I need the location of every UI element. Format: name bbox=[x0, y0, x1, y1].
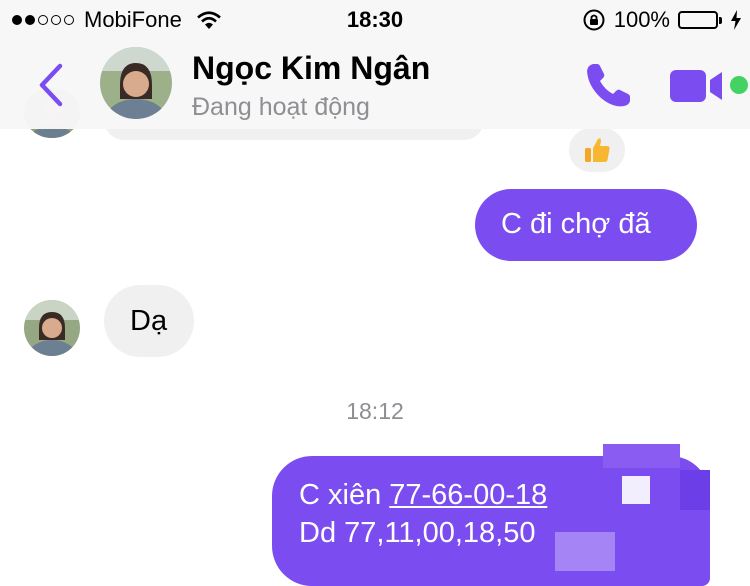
redaction-block bbox=[603, 444, 680, 468]
contact-name[interactable]: Ngọc Kim Ngân bbox=[192, 50, 430, 87]
message-bubble-outgoing[interactable]: C đi chợ đã bbox=[475, 189, 697, 261]
message-timestamp: 18:12 bbox=[346, 398, 404, 424]
contact-avatar[interactable] bbox=[24, 300, 80, 356]
message-bubble-incoming[interactable]: Dạ bbox=[104, 285, 194, 357]
message-text: C xiên bbox=[299, 479, 390, 511]
avatar[interactable] bbox=[100, 47, 172, 119]
thumbs-up-icon bbox=[585, 138, 610, 162]
redaction-block bbox=[622, 476, 650, 504]
message-text: C đi chợ đã bbox=[501, 208, 651, 240]
message-text: Dd 77,11,00,18,50 bbox=[299, 517, 536, 549]
redaction-block bbox=[555, 532, 615, 571]
rotation-lock-icon bbox=[583, 9, 605, 31]
status-bar: MobiFone 18:30 100% bbox=[0, 0, 750, 40]
online-status-dot bbox=[730, 76, 748, 94]
phone-number-link[interactable]: 77-66-00-18 bbox=[389, 479, 547, 511]
phone-icon[interactable] bbox=[583, 60, 635, 110]
battery-icon bbox=[678, 11, 722, 29]
redaction-block bbox=[680, 470, 710, 510]
active-status: Đang hoạt động bbox=[192, 93, 370, 121]
conversation-header: Ngọc Kim Ngân Đang hoạt động bbox=[0, 40, 750, 129]
charging-bolt-icon bbox=[731, 10, 741, 30]
video-call-icon[interactable] bbox=[668, 66, 728, 106]
back-icon[interactable] bbox=[34, 62, 66, 108]
like-reaction[interactable] bbox=[569, 128, 625, 172]
status-right: 100% bbox=[582, 7, 742, 33]
message-text: Dạ bbox=[130, 305, 168, 337]
battery-percent: 100% bbox=[613, 7, 670, 32]
